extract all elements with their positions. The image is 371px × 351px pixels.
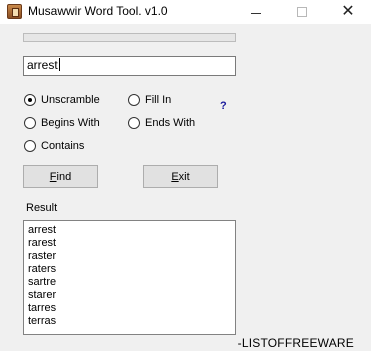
minimize-icon — [251, 12, 261, 14]
radio-begins-with[interactable]: Begins With — [24, 117, 100, 129]
radio-contains-label: Contains — [41, 140, 85, 152]
result-item[interactable]: arrest — [28, 224, 235, 237]
help-link[interactable]: ? — [220, 100, 227, 112]
radio-fill-in-label: Fill In — [145, 94, 172, 106]
text-caret — [58, 58, 60, 71]
radio-dot-checked — [24, 94, 36, 106]
minimize-button[interactable] — [233, 0, 279, 24]
radio-contains[interactable]: Contains — [24, 140, 84, 152]
result-item[interactable]: terras — [28, 315, 235, 328]
exit-button[interactable]: Exit — [143, 165, 218, 188]
word-input-value: arrest — [27, 58, 58, 72]
window-title: Musawwir Word Tool. v1.0 — [28, 4, 168, 18]
exit-button-label: xit — [178, 170, 190, 183]
progress-bar — [23, 33, 236, 42]
radio-ends-with-label: Ends With — [145, 117, 196, 129]
exit-button-mnemonic: E — [171, 170, 179, 183]
radio-dot — [128, 117, 140, 129]
radio-dot — [128, 94, 140, 106]
maximize-button[interactable] — [279, 0, 325, 24]
radio-dot — [24, 117, 36, 129]
watermark: -LISTOFFREEWARE — [237, 336, 354, 350]
book-icon — [7, 4, 22, 19]
word-input[interactable]: arrest — [23, 56, 236, 76]
radio-ends-with[interactable]: Ends With — [128, 117, 195, 129]
result-item[interactable]: raster — [28, 250, 235, 263]
radio-unscramble-label: Unscramble — [41, 94, 100, 106]
radio-fill-in[interactable]: Fill In — [128, 94, 171, 106]
close-button[interactable]: ✕ — [325, 0, 371, 24]
result-label: Result — [26, 202, 58, 214]
radio-begins-with-label: Begins With — [41, 117, 100, 129]
find-button-label: ind — [56, 170, 72, 183]
result-item[interactable]: starer — [28, 289, 235, 302]
title-bar: Musawwir Word Tool. v1.0 ✕ — [0, 0, 371, 24]
radio-unscramble[interactable]: Unscramble — [24, 94, 100, 106]
result-item[interactable]: tarres — [28, 302, 235, 315]
maximize-icon — [297, 7, 307, 17]
result-list[interactable]: arrest rarest raster raters sartre starer tarr… — [23, 220, 236, 335]
result-item[interactable]: raters — [28, 263, 235, 276]
result-item[interactable]: sartre — [28, 276, 235, 289]
radio-dot — [24, 140, 36, 152]
find-button-mnemonic: F — [49, 170, 57, 183]
close-icon: ✕ — [341, 3, 355, 20]
find-button[interactable]: Find — [23, 165, 98, 188]
result-item[interactable]: rarest — [28, 237, 235, 250]
